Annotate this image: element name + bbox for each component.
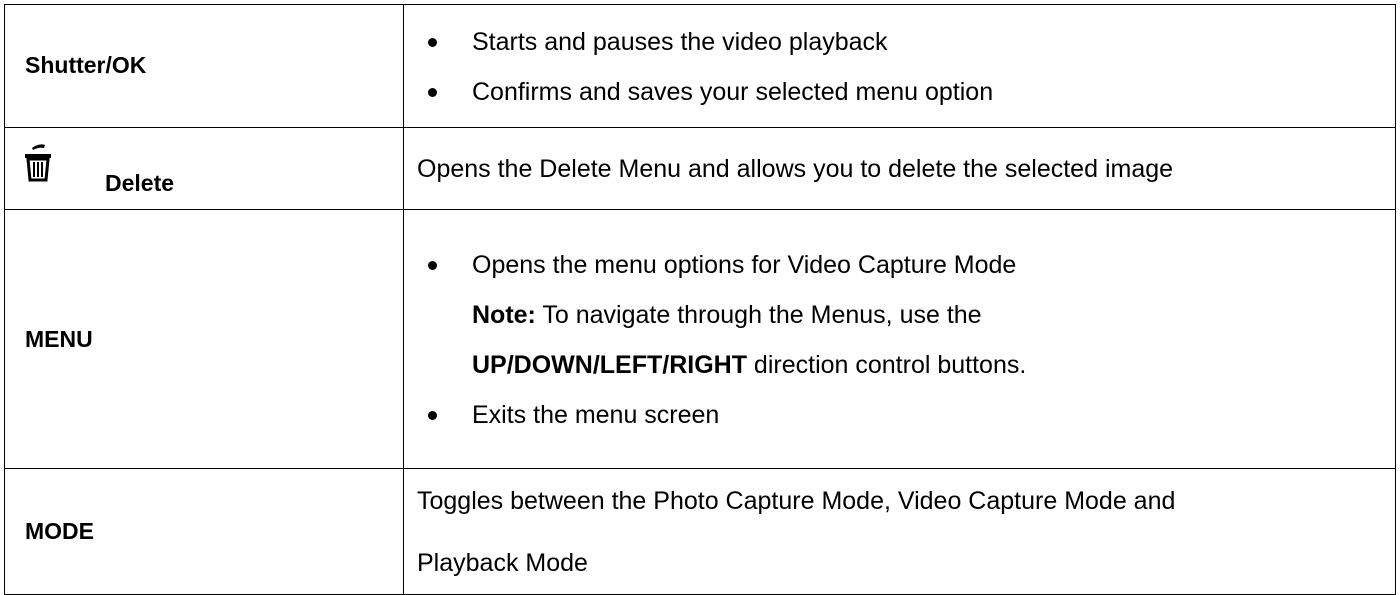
bullet-list: Opens the menu options for Video Capture… (404, 238, 1395, 440)
trash-can-icon (25, 144, 51, 182)
bullet-item: Confirms and saves your selected menu op… (404, 67, 1395, 117)
note-label: Note: (472, 301, 536, 330)
button-name-cell: MENU (4, 209, 404, 470)
bullet-text: Opens the menu options for Video Capture… (472, 251, 1017, 280)
description-cell: Toggles between the Photo Capture Mode, … (403, 468, 1396, 595)
description-text: Opens the Delete Menu and allows you to … (417, 154, 1174, 183)
button-name: Delete (105, 169, 175, 196)
table-row: MODE Toggles between the Photo Capture M… (4, 468, 1396, 595)
bullet-item: Starts and pauses the video playback (404, 17, 1395, 67)
bullet-icon (428, 411, 437, 421)
description-cell: Opens the Delete Menu and allows you to … (403, 126, 1396, 211)
table-row: Shutter/OK Starts and pauses the video p… (4, 4, 1396, 128)
button-name: Shutter/OK (25, 52, 147, 79)
bullet-item: Opens the menu options for Video Capture… (404, 240, 1395, 290)
note-line: UP/DOWN/LEFT/RIGHT direction control but… (404, 340, 1395, 390)
button-function-table: Shutter/OK Starts and pauses the video p… (4, 4, 1396, 595)
button-name: MODE (25, 518, 94, 545)
description-cell: Opens the menu options for Video Capture… (403, 209, 1396, 470)
note-line: Note: To navigate through the Menus, use… (404, 290, 1395, 340)
bullet-list: Starts and pauses the video playback Con… (404, 15, 1395, 117)
button-name-cell: MODE (4, 468, 404, 595)
description-cell: Starts and pauses the video playback Con… (403, 4, 1396, 128)
description-text: Toggles between the Photo Capture Mode, … (417, 486, 1176, 515)
description-text: Playback Mode (417, 548, 588, 577)
bullet-icon (428, 261, 437, 271)
bullet-item: Exits the menu screen (404, 390, 1395, 440)
bullet-text: Starts and pauses the video playback (472, 27, 888, 56)
table-row: MENU Opens the menu options for Video Ca… (4, 209, 1396, 470)
button-name-cell: Delete (4, 126, 404, 211)
bullet-text: Exits the menu screen (472, 401, 720, 430)
direction-buttons-label: UP/DOWN/LEFT/RIGHT (472, 351, 747, 380)
button-name-cell: Shutter/OK (4, 4, 404, 128)
bullet-icon (428, 87, 437, 97)
bullet-text: Confirms and saves your selected menu op… (472, 77, 994, 106)
table-row: Delete Opens the Delete Menu and allows … (4, 126, 1396, 211)
note-text: To navigate through the Menus, use the (535, 301, 982, 330)
bullet-icon (428, 37, 437, 47)
button-name: MENU (25, 325, 93, 352)
note-text: direction control buttons. (746, 351, 1027, 380)
